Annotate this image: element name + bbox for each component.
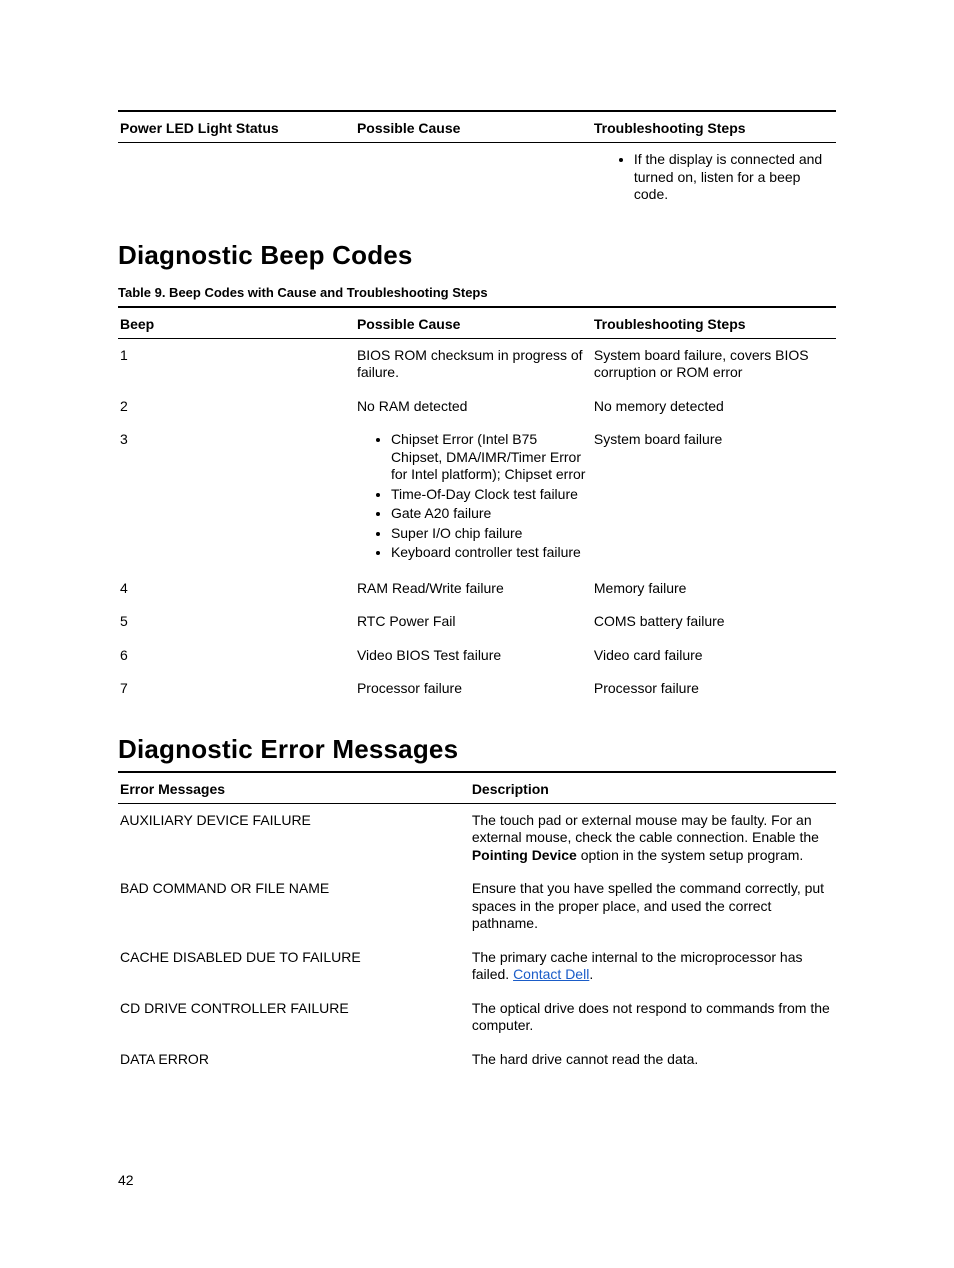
section-title-beep: Diagnostic Beep Codes (118, 240, 836, 271)
cell-cause: Processor failure (355, 672, 592, 706)
cell-desc: The hard drive cannot read the data. (470, 1043, 836, 1077)
cell-ts: COMS battery failure (592, 605, 836, 639)
ts-steps-list: If the display is connected and turned o… (594, 151, 830, 204)
cell-beep: 4 (118, 572, 355, 606)
table-row: If the display is connected and turned o… (118, 143, 836, 212)
page: Power LED Light Status Possible Cause Tr… (0, 0, 954, 1268)
cell-msg: AUXILIARY DEVICE FAILURE (118, 803, 470, 872)
col-header-cause: Possible Cause (355, 307, 592, 339)
section-title-errors: Diagnostic Error Messages (118, 734, 836, 765)
table-row: 7 Processor failure Processor failure (118, 672, 836, 706)
table-header-row: Error Messages Description (118, 772, 836, 804)
cell-desc: The primary cache internal to the microp… (470, 941, 836, 992)
cell-cause: Video BIOS Test failure (355, 639, 592, 673)
table-row: 3 Chipset Error (Intel B75 Chipset, DMA/… (118, 423, 836, 572)
cell-beep: 5 (118, 605, 355, 639)
list-item: Chipset Error (Intel B75 Chipset, DMA/IM… (391, 431, 586, 484)
cell-ts: If the display is connected and turned o… (592, 143, 836, 212)
table-header-row: Power LED Light Status Possible Cause Tr… (118, 111, 836, 143)
table-row: 6 Video BIOS Test failure Video card fai… (118, 639, 836, 673)
cell-ts: Processor failure (592, 672, 836, 706)
col-header-ts: Troubleshooting Steps (592, 307, 836, 339)
cell-status (118, 143, 355, 212)
desc-bold: Pointing Device (472, 847, 577, 863)
table-row: 2 No RAM detected No memory detected (118, 390, 836, 424)
cell-cause: RTC Power Fail (355, 605, 592, 639)
cell-beep: 7 (118, 672, 355, 706)
col-header-ts: Troubleshooting Steps (592, 111, 836, 143)
cell-cause (355, 143, 592, 212)
cell-beep: 2 (118, 390, 355, 424)
table-row: CACHE DISABLED DUE TO FAILURE The primar… (118, 941, 836, 992)
cell-cause: No RAM detected (355, 390, 592, 424)
table-row: 5 RTC Power Fail COMS battery failure (118, 605, 836, 639)
col-header-status: Power LED Light Status (118, 111, 355, 143)
table-row: 1 BIOS ROM checksum in progress of failu… (118, 338, 836, 390)
list-item: If the display is connected and turned o… (634, 151, 830, 204)
list-item: Time-Of-Day Clock test failure (391, 486, 586, 504)
table-row: DATA ERROR The hard drive cannot read th… (118, 1043, 836, 1077)
cell-desc: The optical drive does not respond to co… (470, 992, 836, 1043)
col-header-cause: Possible Cause (355, 111, 592, 143)
cell-ts: System board failure, covers BIOS corrup… (592, 338, 836, 390)
list-item: Gate A20 failure (391, 505, 586, 523)
cell-cause: RAM Read/Write failure (355, 572, 592, 606)
cause-list: Chipset Error (Intel B75 Chipset, DMA/IM… (357, 431, 586, 562)
table-header-row: Beep Possible Cause Troubleshooting Step… (118, 307, 836, 339)
desc-text: The touch pad or external mouse may be f… (472, 812, 819, 846)
cell-ts: Memory failure (592, 572, 836, 606)
cell-msg: BAD COMMAND OR FILE NAME (118, 872, 470, 941)
cell-beep: 3 (118, 423, 355, 572)
cell-ts: No memory detected (592, 390, 836, 424)
table-row: 4 RAM Read/Write failure Memory failure (118, 572, 836, 606)
cell-ts: Video card failure (592, 639, 836, 673)
table-caption-beep: Table 9. Beep Codes with Cause and Troub… (118, 285, 836, 300)
desc-text: option in the system setup program. (577, 847, 803, 863)
cell-msg: CACHE DISABLED DUE TO FAILURE (118, 941, 470, 992)
col-header-beep: Beep (118, 307, 355, 339)
col-header-desc: Description (470, 772, 836, 804)
cell-msg: DATA ERROR (118, 1043, 470, 1077)
table-row: CD DRIVE CONTROLLER FAILURE The optical … (118, 992, 836, 1043)
page-number: 42 (118, 1172, 134, 1188)
cell-beep: 6 (118, 639, 355, 673)
desc-text: . (589, 966, 593, 982)
cell-cause: BIOS ROM checksum in progress of failure… (355, 338, 592, 390)
cell-ts: System board failure (592, 423, 836, 572)
cell-desc: The touch pad or external mouse may be f… (470, 803, 836, 872)
cell-beep: 1 (118, 338, 355, 390)
cell-msg: CD DRIVE CONTROLLER FAILURE (118, 992, 470, 1043)
list-item: Keyboard controller test failure (391, 544, 586, 562)
beep-codes-table: Beep Possible Cause Troubleshooting Step… (118, 306, 836, 706)
table-row: AUXILIARY DEVICE FAILURE The touch pad o… (118, 803, 836, 872)
contact-dell-link[interactable]: Contact Dell (513, 966, 589, 982)
cell-cause: Chipset Error (Intel B75 Chipset, DMA/IM… (355, 423, 592, 572)
error-messages-table: Error Messages Description AUXILIARY DEV… (118, 771, 836, 1077)
table-row: BAD COMMAND OR FILE NAME Ensure that you… (118, 872, 836, 941)
cell-desc: Ensure that you have spelled the command… (470, 872, 836, 941)
col-header-msg: Error Messages (118, 772, 470, 804)
list-item: Super I/O chip failure (391, 525, 586, 543)
power-led-table: Power LED Light Status Possible Cause Tr… (118, 110, 836, 212)
